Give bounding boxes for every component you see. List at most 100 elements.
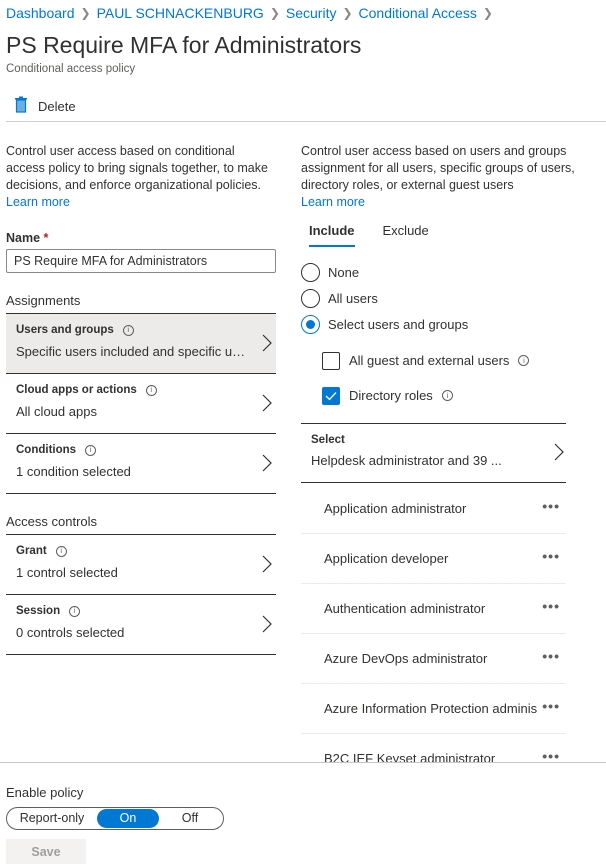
checkbox-label: All guest and external users [349, 353, 510, 368]
radio-select-users-and-groups[interactable]: Select users and groups [301, 311, 576, 337]
more-options-icon[interactable]: ••• [542, 698, 560, 714]
list-item: Azure Information Protection adminis ••• [301, 684, 566, 734]
radio-label: All users [328, 290, 378, 306]
access-control-value: 0 controls selected [16, 625, 125, 640]
learn-more-link[interactable]: Learn more [6, 195, 70, 209]
role-name: Azure Information Protection adminis [324, 701, 538, 716]
checkbox-label: Directory roles [349, 388, 433, 403]
chevron-right-icon [262, 615, 272, 636]
toggle-option-off[interactable]: Off [159, 809, 221, 828]
checkbox-directory-roles[interactable]: Directory roles i [322, 378, 576, 413]
access-control-title: Session [16, 605, 61, 617]
enable-policy-label: Enable policy [6, 785, 84, 800]
tab-include[interactable]: Include [309, 221, 355, 247]
role-name: Application developer [324, 551, 449, 566]
assignment-title: Users and groups [16, 324, 114, 336]
access-controls-list: Grant i 1 control selected Session i 0 c… [6, 534, 276, 655]
tab-exclude[interactable]: Exclude [383, 221, 429, 247]
selected-roles-list[interactable]: Application administrator ••• Application… [301, 484, 566, 762]
trash-icon [14, 96, 28, 116]
footer-divider [0, 762, 606, 763]
more-options-icon[interactable]: ••• [542, 748, 560, 762]
policy-description: Control user access based on conditional… [6, 144, 268, 209]
assignment-title: Conditions [16, 444, 77, 456]
chevron-right-icon [262, 334, 272, 355]
list-item: Azure DevOps administrator ••• [301, 634, 566, 684]
access-control-value: 1 control selected [16, 565, 118, 580]
role-name: Authentication administrator [324, 601, 486, 616]
select-value: Helpdesk administrator and 39 ... [311, 453, 502, 468]
info-icon[interactable]: i [145, 384, 157, 396]
checkbox[interactable] [322, 351, 340, 370]
toolbar: Delete [0, 92, 606, 122]
radio-button-selected[interactable] [301, 314, 320, 334]
policy-name-input[interactable] [6, 249, 276, 273]
role-name: Azure DevOps administrator [324, 651, 488, 666]
info-icon[interactable]: i [85, 444, 97, 456]
users-and-groups-panel: Control user access based on users and g… [301, 143, 576, 762]
toolbar-divider [6, 121, 606, 122]
assignment-conditions[interactable]: Conditions i 1 condition selected [6, 434, 276, 494]
more-options-icon[interactable]: ••• [542, 548, 560, 564]
role-name: Application administrator [324, 501, 467, 516]
info-icon[interactable]: i [55, 545, 67, 557]
select-directory-roles[interactable]: Select Helpdesk administrator and 39 ... [301, 423, 566, 483]
info-icon[interactable]: i [518, 355, 530, 366]
policy-settings-panel: Control user access based on conditional… [6, 143, 276, 655]
chevron-right-icon [554, 443, 564, 464]
breadcrumb-tenant[interactable]: PAUL SCHNACKENBURG [97, 5, 264, 21]
chevron-right-icon: ❯ [80, 6, 91, 20]
toggle-option-report-only[interactable]: Report-only [7, 809, 97, 828]
select-title: Select [311, 434, 345, 446]
assignments-list: Users and groups i Specific users includ… [6, 313, 276, 494]
radio-label: None [328, 264, 360, 280]
access-control-grant[interactable]: Grant i 1 control selected [6, 535, 276, 595]
assignment-value: All cloud apps [16, 404, 97, 419]
enable-policy-toggle: Report-only On Off [6, 807, 224, 830]
users-groups-description: Control user access based on users and g… [301, 144, 575, 209]
chevron-right-icon [262, 555, 272, 576]
access-control-title: Grant [16, 545, 47, 557]
breadcrumb-security[interactable]: Security [286, 5, 337, 21]
required-mark: * [43, 231, 49, 245]
info-icon[interactable]: i [441, 390, 453, 401]
assignment-value: 1 condition selected [16, 464, 131, 479]
checkbox-checked[interactable] [322, 386, 340, 405]
assignment-value: Specific users included and specific use… [16, 344, 246, 359]
info-icon[interactable]: i [69, 605, 81, 617]
role-name: B2C IEF Keyset administrator [324, 751, 496, 762]
info-icon[interactable]: i [122, 324, 134, 336]
delete-button[interactable]: Delete [14, 96, 76, 116]
assignment-users-and-groups[interactable]: Users and groups i Specific users includ… [6, 314, 276, 374]
list-item: Authentication administrator ••• [301, 584, 566, 634]
radio-label: Select users and groups [328, 316, 469, 332]
chevron-right-icon: ❯ [482, 6, 493, 20]
access-controls-heading: Access controls [6, 514, 98, 529]
learn-more-link[interactable]: Learn more [301, 195, 365, 209]
breadcrumb-conditional-access[interactable]: Conditional Access [359, 5, 477, 21]
list-item: B2C IEF Keyset administrator ••• [301, 734, 566, 762]
toggle-option-on[interactable]: On [97, 809, 159, 828]
save-button[interactable]: Save [6, 839, 86, 864]
list-item: Application administrator ••• [301, 484, 566, 534]
delete-label: Delete [38, 98, 76, 114]
radio-button[interactable] [301, 262, 320, 282]
chevron-right-icon: ❯ [342, 6, 353, 20]
breadcrumb-dashboard[interactable]: Dashboard [6, 5, 75, 21]
access-control-session[interactable]: Session i 0 controls selected [6, 595, 276, 655]
chevron-right-icon: ❯ [269, 6, 280, 20]
more-options-icon[interactable]: ••• [542, 498, 560, 514]
page-title: PS Require MFA for Administrators [6, 32, 362, 58]
include-exclude-tabs: Include Exclude [301, 221, 576, 249]
radio-none[interactable]: None [301, 259, 576, 285]
assignment-cloud-apps[interactable]: Cloud apps or actions i All cloud apps [6, 374, 276, 434]
assignment-title: Cloud apps or actions [16, 384, 137, 396]
include-radio-group: None All users Select users and groups [301, 259, 576, 337]
more-options-icon[interactable]: ••• [542, 598, 560, 614]
breadcrumb: Dashboard ❯ PAUL SCHNACKENBURG ❯ Securit… [6, 5, 499, 21]
more-options-icon[interactable]: ••• [542, 648, 560, 664]
checkbox-guest-external-users[interactable]: All guest and external users i [322, 343, 576, 378]
name-label: Name * [6, 231, 49, 245]
radio-all-users[interactable]: All users [301, 285, 576, 311]
radio-button[interactable] [301, 288, 320, 308]
